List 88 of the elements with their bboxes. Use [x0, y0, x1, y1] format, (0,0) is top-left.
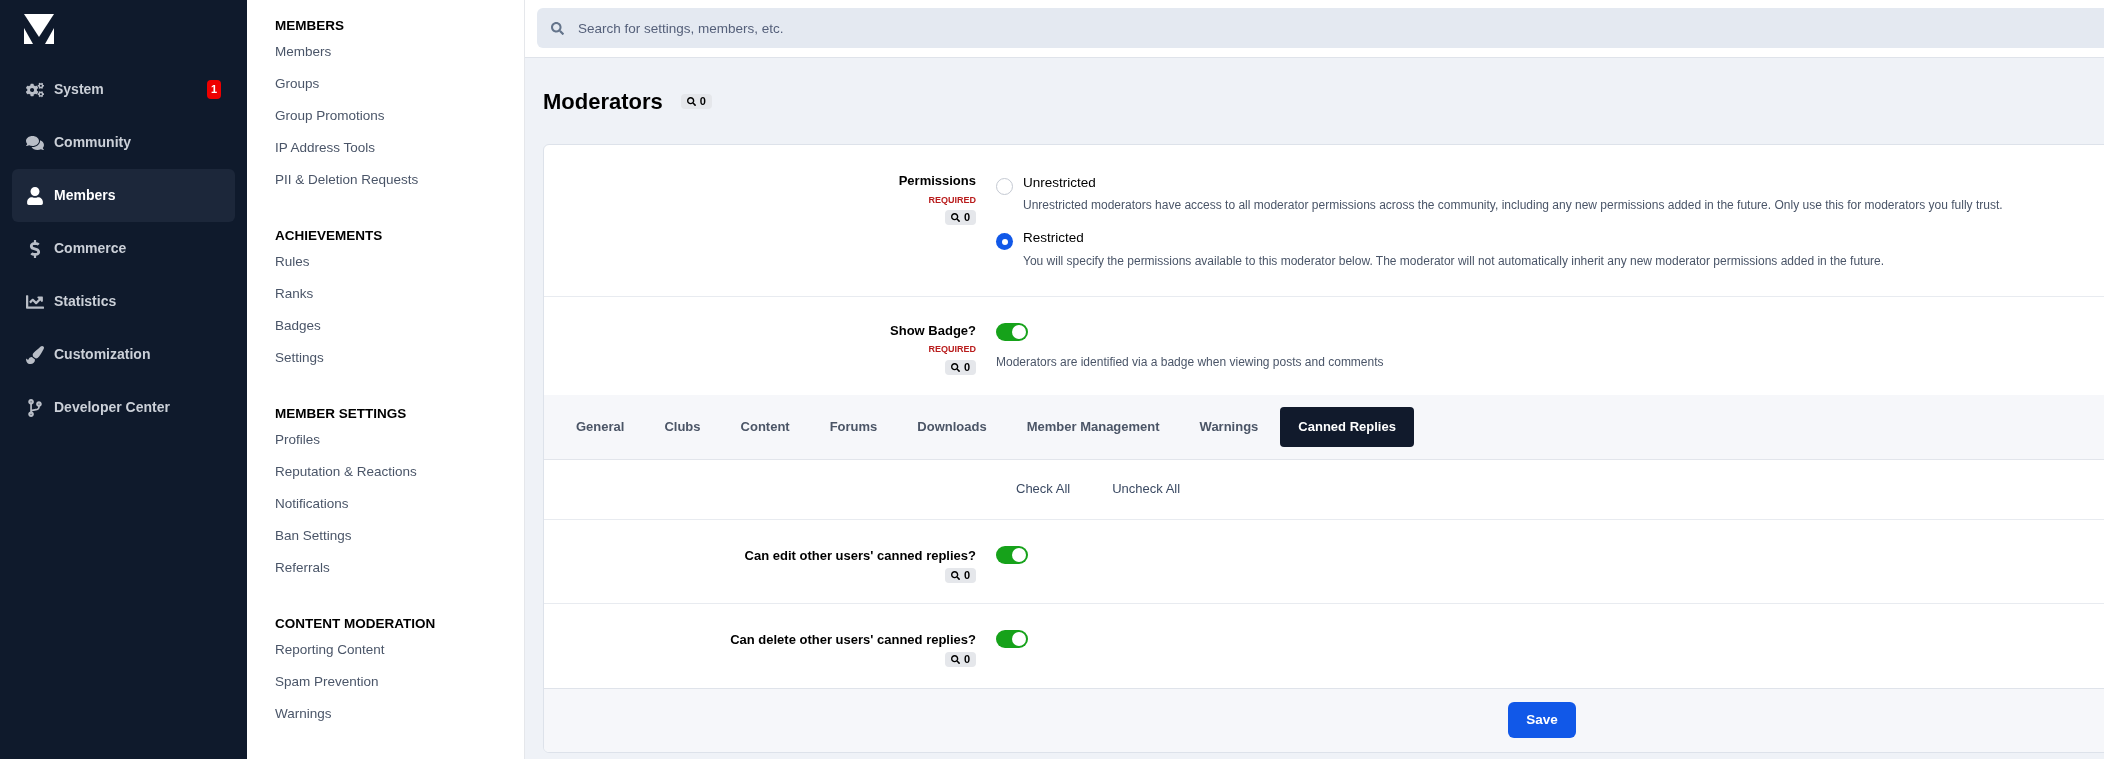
- sidebar-item[interactable]: Developer Center: [12, 381, 235, 434]
- field-description: Moderators are identified via a badge when viewing posts and comments: [996, 353, 1384, 371]
- sidebar-item[interactable]: Members: [12, 169, 235, 222]
- option-label: Restricted: [1023, 229, 1085, 248]
- search-count-badge[interactable]: 0: [944, 359, 976, 375]
- field-label: Permissions: [898, 172, 976, 190]
- tab[interactable]: Forums: [811, 406, 896, 447]
- logo-icon[interactable]: [24, 14, 54, 44]
- search-icon: [950, 655, 960, 664]
- notification-badge: 1: [206, 80, 221, 99]
- sidebar-label: Developer Center: [54, 398, 171, 417]
- user-icon: [26, 186, 44, 205]
- field-label: Can edit other users' canned replies?: [744, 546, 976, 565]
- submenu-link[interactable]: Notifications: [275, 488, 349, 520]
- sidebar-label: Commerce: [54, 239, 128, 258]
- toggle-switch[interactable]: [996, 629, 1028, 648]
- section-heading: ACHIEVEMENTS: [275, 227, 384, 245]
- search-icon: [950, 362, 960, 372]
- submenu-link[interactable]: Ban Settings: [275, 520, 352, 552]
- count-text: 0: [963, 212, 970, 223]
- search-count-badge[interactable]: 0: [944, 568, 976, 583]
- option-description: You will specify the permissions available to this moderator below. The moderator will not automatically inherit any new moderator permissions added in the future.: [1023, 252, 1885, 270]
- tab[interactable]: Warnings: [1181, 406, 1277, 447]
- count-text: 0: [963, 654, 970, 665]
- sidebar-item[interactable]: Commerce: [12, 222, 235, 275]
- section-heading: MEMBERS: [275, 17, 345, 35]
- count-text: 0: [963, 361, 970, 373]
- search-count-badge[interactable]: 0: [680, 93, 712, 109]
- tab[interactable]: General: [558, 406, 643, 447]
- submenu-link[interactable]: Group Promotions: [275, 100, 385, 132]
- field-label: Show Badge?: [890, 321, 976, 340]
- gears-icon: [26, 80, 44, 99]
- option-label: Unrestricted: [1023, 174, 1097, 192]
- sidebar-label: Community: [54, 133, 132, 152]
- search-icon: [686, 96, 696, 106]
- sidebar-label: Statistics: [54, 292, 118, 311]
- search-count-badge[interactable]: 0: [944, 652, 976, 667]
- sidebar-label: Members: [54, 186, 117, 205]
- bulk-action-link[interactable]: Uncheck All: [1112, 479, 1181, 499]
- submenu-link[interactable]: Members: [275, 36, 332, 68]
- submenu-link[interactable]: Profiles: [275, 424, 320, 456]
- page-title: Moderators: [543, 87, 663, 116]
- save-button[interactable]: Save: [1508, 702, 1576, 738]
- sidebar-label: System: [54, 80, 105, 99]
- tab[interactable]: Clubs: [646, 406, 719, 447]
- field-label: Can delete other users' canned replies?: [730, 630, 976, 649]
- line-chart-icon: [26, 292, 44, 311]
- search-icon: [950, 571, 960, 580]
- toggle-switch[interactable]: [996, 322, 1028, 341]
- submenu-link[interactable]: Groups: [275, 68, 320, 100]
- tab[interactable]: Canned Replies: [1280, 406, 1414, 447]
- section-heading: CONTENT MODERATION: [275, 615, 437, 633]
- required-label: REQUIRED: [928, 193, 976, 207]
- sidebar-item[interactable]: Statistics: [12, 275, 235, 328]
- submenu-link[interactable]: PII & Deletion Requests: [275, 164, 419, 196]
- submenu-link[interactable]: Spam Prevention: [275, 666, 379, 698]
- search-count-badge[interactable]: 0: [944, 210, 976, 225]
- submenu-link[interactable]: Settings: [275, 342, 324, 374]
- count-text: 0: [963, 570, 970, 581]
- sidebar-item[interactable]: Community: [12, 116, 235, 169]
- bulk-action-link[interactable]: Check All: [1016, 479, 1071, 499]
- submenu-link[interactable]: Referrals: [275, 552, 330, 584]
- search-icon: [551, 22, 564, 35]
- toggle-switch[interactable]: [996, 545, 1028, 564]
- tab[interactable]: Downloads: [899, 406, 1005, 447]
- submenu-link[interactable]: Reporting Content: [275, 634, 385, 666]
- submenu-link[interactable]: Reputation & Reactions: [275, 456, 417, 488]
- submenu-link[interactable]: Rules: [275, 246, 310, 278]
- chat-bubbles-icon: [26, 133, 44, 152]
- tab[interactable]: Member Management: [1008, 406, 1178, 447]
- sidebar-item[interactable]: System 1: [12, 63, 235, 116]
- sidebar-item[interactable]: Customization: [12, 328, 235, 381]
- branch-icon: [26, 398, 44, 417]
- submenu-link[interactable]: Ranks: [275, 278, 314, 310]
- count-text: 0: [699, 95, 706, 107]
- option-description: Unrestricted moderators have access to all moderator permissions across the community, including any new permissions added in the future. Only use this for moderators you fully trust.: [1023, 197, 2003, 215]
- search-icon: [950, 213, 960, 222]
- required-label: REQUIRED: [928, 343, 976, 356]
- submenu-link[interactable]: Warnings: [275, 698, 332, 730]
- search-field[interactable]: Search for settings, members, etc.: [537, 8, 2104, 48]
- brush-icon: [26, 345, 44, 364]
- radio-button[interactable]: [996, 233, 1013, 251]
- section-heading: MEMBER SETTINGS: [275, 405, 408, 423]
- sidebar-label: Customization: [54, 345, 152, 364]
- tab[interactable]: Content: [722, 406, 808, 447]
- submenu-link[interactable]: IP Address Tools: [275, 132, 376, 164]
- submenu-link[interactable]: Badges: [275, 310, 321, 342]
- radio-button[interactable]: [996, 178, 1013, 195]
